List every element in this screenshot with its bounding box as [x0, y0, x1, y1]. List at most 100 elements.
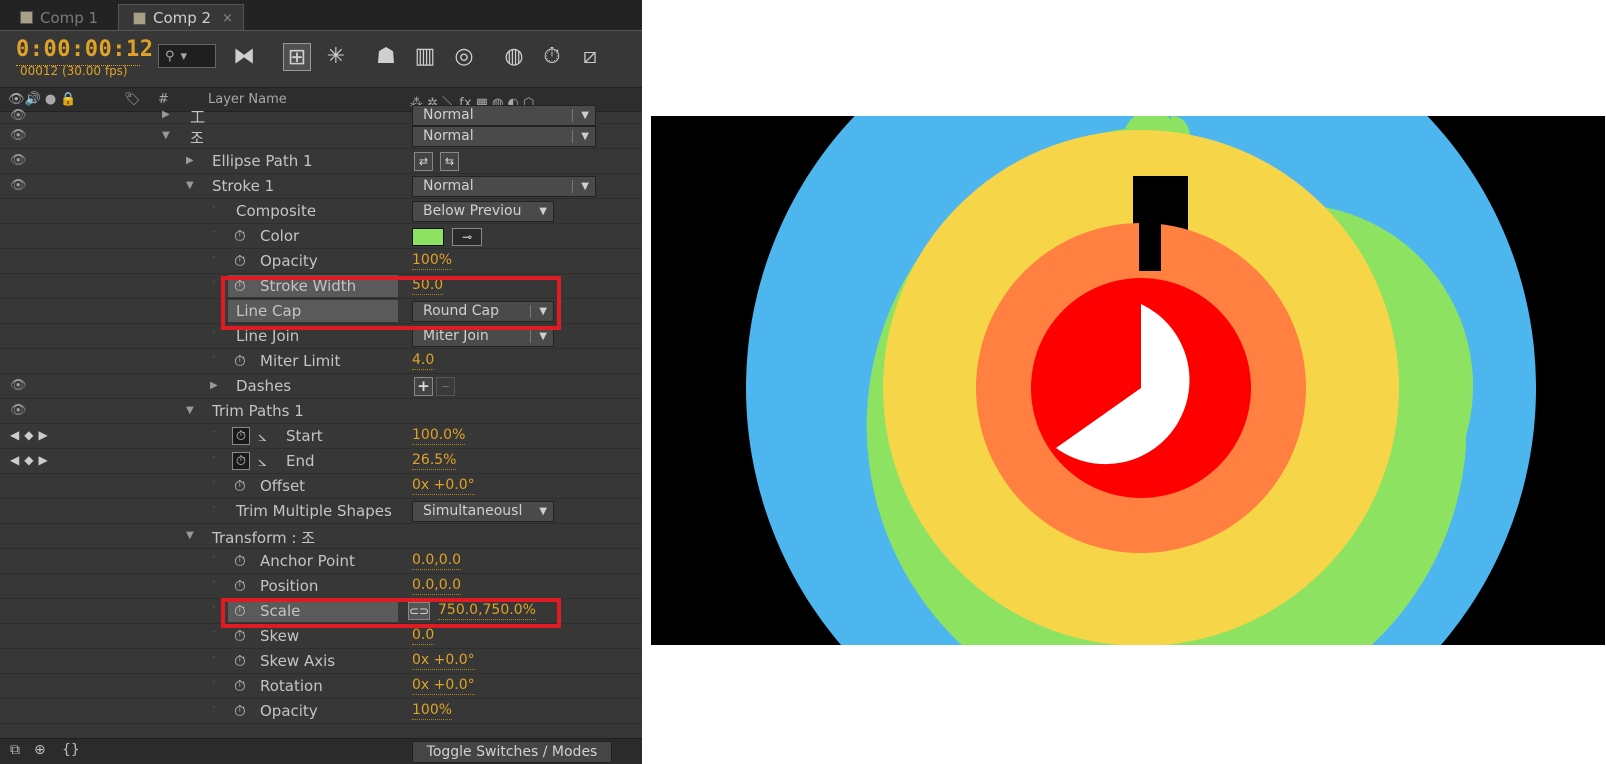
list-item[interactable]: 👁 ▼ Stroke 1 Normal ▼ — [0, 174, 642, 199]
bullet-dot: · — [212, 450, 216, 464]
brainstorm-icon[interactable]: ◍ — [500, 43, 528, 71]
property-label: Ellipse Path 1 — [212, 152, 313, 170]
auto-keyframe-icon[interactable]: ⏱ — [538, 43, 566, 71]
visibility-eye-icon[interactable]: 👁 — [10, 128, 27, 143]
eyedropper-icon[interactable]: ⊸ — [452, 228, 482, 246]
stopwatch-icon[interactable]: ⏱ — [234, 652, 246, 670]
current-time-display[interactable]: 0:00:00:12 — [16, 37, 153, 62]
layer-switches-pane-icon[interactable]: ⧉ — [10, 742, 20, 758]
collapse-arrow-icon[interactable]: ▼ — [186, 405, 194, 416]
list-item[interactable]: 👁 ▼ 조 Normal ▼ — [0, 124, 642, 149]
stroke-color-swatch[interactable] — [412, 228, 444, 246]
position-value[interactable]: 0.0,0.0 — [412, 577, 461, 595]
stopwatch-icon[interactable]: ⏱ — [234, 252, 246, 270]
list-item[interactable]: · Composite Below Previou ▼ — [0, 199, 642, 224]
list-item[interactable]: ▼ Transform : 조 — [0, 524, 642, 549]
tab-comp-1[interactable]: Comp 1 — [6, 4, 108, 31]
path-direction-icon[interactable]: ⇄ — [414, 152, 433, 171]
list-item[interactable]: · ⏱ Rotation 0x +0.0° — [0, 674, 642, 699]
add-dash-button[interactable]: + — [414, 377, 433, 396]
list-item[interactable]: · ⏱ Anchor Point 0.0,0.0 — [0, 549, 642, 574]
stopwatch-icon[interactable]: ⏱ — [234, 577, 246, 595]
rotation-value[interactable]: 0x +0.0° — [412, 677, 475, 695]
stopwatch-icon[interactable]: ⏱ — [234, 677, 246, 695]
stopwatch-active-icon[interactable]: ⏱ — [232, 427, 250, 445]
list-item[interactable]: · ⏱ Opacity 100% — [0, 249, 642, 274]
list-item[interactable]: · Trim Multiple Shapes Simultaneousl ▼ — [0, 499, 642, 524]
toggle-switches-modes-button[interactable]: Toggle Switches / Modes — [412, 741, 612, 763]
composite-dropdown[interactable]: Below Previou ▼ — [412, 201, 554, 222]
stopwatch-icon[interactable]: ⏱ — [234, 227, 246, 245]
list-item[interactable]: ◀◆▶ · ⏱ ⦣ End 26.5% — [0, 449, 642, 474]
list-item[interactable]: ◀◆▶ · ⏱ ⦣ Start 100.0% — [0, 424, 642, 449]
graph-icon[interactable]: ⦣ — [258, 452, 267, 470]
motion-blur-icon[interactable]: ◎ — [450, 43, 478, 71]
list-item[interactable]: 👁 ▶ Dashes + − — [0, 374, 642, 399]
skew-value[interactable]: 0.0 — [412, 627, 435, 645]
list-item[interactable]: · ⏱ Miter Limit 4.0 — [0, 349, 642, 374]
in-out-pane-icon[interactable]: {} — [62, 742, 80, 758]
tab-comp-2[interactable]: Comp 2 × — [118, 4, 245, 31]
frame-rate-display: 00012 (30.00 fps) — [20, 64, 128, 78]
chevron-down-icon: ▼ — [581, 110, 589, 121]
hide-shy-layers-icon[interactable]: ☗ — [372, 43, 400, 71]
visibility-eye-icon[interactable]: 👁 — [10, 378, 27, 393]
chevron-down-icon: ▼ — [581, 131, 589, 142]
list-item[interactable]: · ⏱ Color ⊸ — [0, 224, 642, 249]
property-label: Stroke 1 — [212, 177, 275, 195]
blend-mode-dropdown[interactable]: Normal ▼ — [412, 126, 596, 147]
transfer-controls-pane-icon[interactable]: ⊕ — [34, 742, 46, 758]
after-effects-timeline-panel: Comp 1 Comp 2 × 0:00:00:12 00012 (30.00 … — [0, 0, 642, 764]
live-update-icon[interactable]: ⊞ — [283, 43, 311, 71]
composition-mini-flowchart-icon[interactable]: ⧓ — [230, 43, 258, 71]
frame-blending-icon[interactable]: ▥ — [411, 43, 439, 71]
remove-dash-button[interactable]: − — [436, 377, 455, 396]
list-item[interactable]: 👁 ▼ Trim Paths 1 — [0, 399, 642, 424]
stopwatch-icon[interactable]: ⏱ — [234, 552, 246, 570]
blend-mode-dropdown[interactable]: Normal ▼ — [412, 105, 596, 126]
visibility-eye-icon[interactable]: 👁 — [10, 403, 27, 418]
offset-value[interactable]: 0x +0.0° — [412, 477, 475, 495]
list-item[interactable]: · ⏱ Skew Axis 0x +0.0° — [0, 649, 642, 674]
property-label: Offset — [260, 477, 306, 495]
transform-opacity-value[interactable]: 100% — [412, 702, 453, 720]
expand-arrow-icon[interactable]: ▶ — [186, 155, 194, 166]
start-value[interactable]: 100.0% — [412, 427, 466, 445]
stopwatch-icon[interactable]: ⏱ — [234, 702, 246, 720]
visibility-eye-icon[interactable]: 👁 — [10, 108, 27, 123]
skew-axis-value[interactable]: 0x +0.0° — [412, 652, 475, 670]
list-item[interactable]: · ⏱ Opacity 100% — [0, 699, 642, 724]
trim-multiple-dropdown[interactable]: Simultaneousl ▼ — [412, 501, 554, 522]
blend-mode-dropdown[interactable]: Normal ▼ — [412, 176, 596, 197]
search-input[interactable]: ⚲ ▾ — [158, 44, 216, 68]
list-item[interactable]: 👁 ▶ 工 Normal ▼ — [0, 99, 642, 126]
miter-limit-value[interactable]: 4.0 — [412, 352, 435, 370]
opacity-value[interactable]: 100% — [412, 252, 453, 270]
collapse-arrow-icon[interactable]: ▼ — [162, 130, 170, 141]
expand-arrow-icon[interactable]: ▶ — [162, 109, 170, 120]
property-label: Skew — [260, 627, 300, 645]
bullet-dot: · — [212, 675, 216, 689]
end-value[interactable]: 26.5% — [412, 452, 457, 470]
expand-arrow-icon[interactable]: ▶ — [210, 380, 218, 391]
graph-icon[interactable]: ⦣ — [258, 427, 267, 445]
stopwatch-icon[interactable]: ⏱ — [234, 627, 246, 645]
collapse-arrow-icon[interactable]: ▼ — [186, 530, 194, 541]
close-icon[interactable]: × — [222, 11, 233, 26]
collapse-arrow-icon[interactable]: ▼ — [186, 180, 194, 191]
keyframe-navigator[interactable]: ◀◆▶ — [10, 428, 53, 442]
path-direction-reverse-icon[interactable]: ⇆ — [440, 152, 459, 171]
list-item[interactable]: · ⏱ Offset 0x +0.0° — [0, 474, 642, 499]
keyframe-navigator[interactable]: ◀◆▶ — [10, 453, 53, 467]
visibility-eye-icon[interactable]: 👁 — [10, 178, 27, 193]
graph-editor-icon[interactable]: ⧄ — [576, 43, 604, 71]
stopwatch-icon[interactable]: ⏱ — [234, 352, 246, 370]
anchor-point-value[interactable]: 0.0,0.0 — [412, 552, 461, 570]
stopwatch-active-icon[interactable]: ⏱ — [232, 452, 250, 470]
draft-3d-icon[interactable]: ✳ — [322, 43, 350, 71]
visibility-eye-icon[interactable]: 👁 — [10, 153, 27, 168]
stopwatch-icon[interactable]: ⏱ — [234, 477, 246, 495]
list-item[interactable]: 👁 ▶ Ellipse Path 1 ⇄ ⇆ — [0, 149, 642, 174]
list-item[interactable]: · ⏱ Position 0.0,0.0 — [0, 574, 642, 599]
dropdown-value: Normal — [423, 107, 474, 123]
